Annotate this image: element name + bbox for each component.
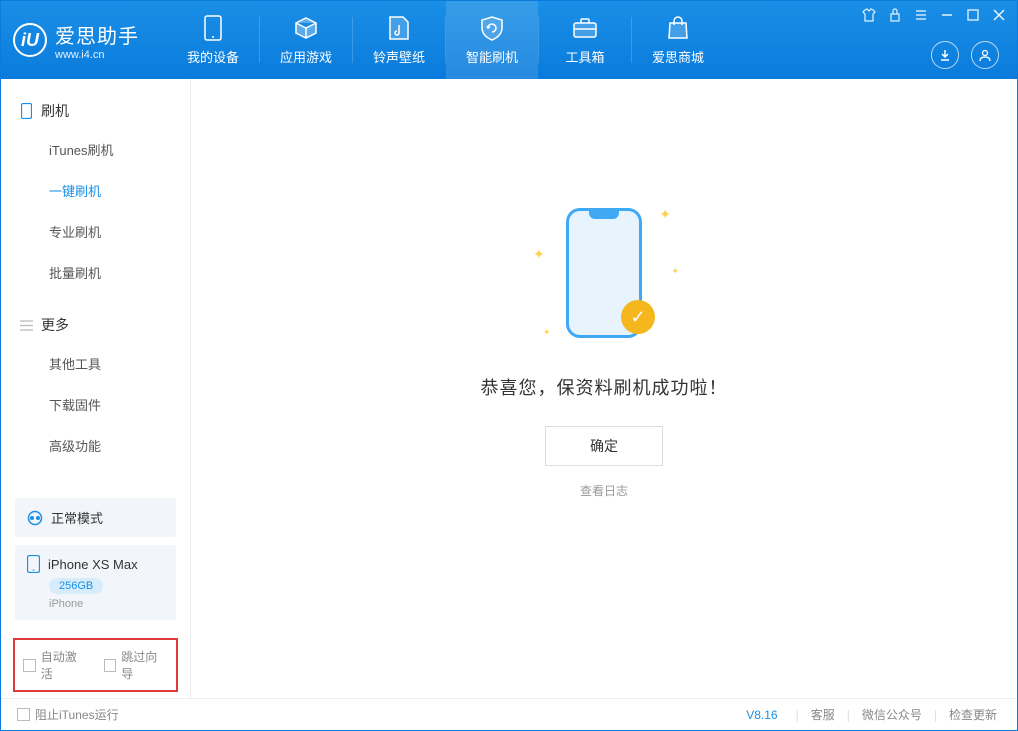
titlebar: iU 爱思助手 www.i4.cn 我的设备 应用游戏 铃声壁纸 bbox=[1, 1, 1017, 79]
sidebar-item-onekey-flash[interactable]: 一键刷机 bbox=[1, 170, 190, 211]
success-illustration: ✦ ✦ ✦ ✦ ✓ bbox=[539, 198, 669, 348]
toolbox-icon bbox=[572, 15, 598, 41]
sidebar-item-other-tools[interactable]: 其他工具 bbox=[1, 343, 190, 384]
version-label: V8.16 bbox=[746, 708, 777, 722]
device-icon bbox=[27, 555, 40, 573]
sparkle-icon: ✦ bbox=[671, 266, 679, 277]
user-button[interactable] bbox=[971, 41, 999, 69]
sidebar-item-pro-flash[interactable]: 专业刷机 bbox=[1, 211, 190, 252]
link-update[interactable]: 检查更新 bbox=[945, 706, 1001, 723]
sidebar-item-download-firmware[interactable]: 下载固件 bbox=[1, 384, 190, 425]
cube-icon bbox=[293, 15, 319, 41]
checkbox-auto-activate[interactable]: 自动激活 bbox=[23, 648, 88, 682]
minimize-button[interactable] bbox=[939, 7, 955, 23]
mode-icon bbox=[27, 510, 43, 526]
window-controls bbox=[861, 7, 1007, 23]
sparkle-icon: ✦ bbox=[543, 327, 551, 338]
ok-button[interactable]: 确定 bbox=[545, 426, 663, 466]
bag-icon bbox=[665, 15, 691, 41]
maximize-button[interactable] bbox=[965, 7, 981, 23]
nav-ringtone[interactable]: 铃声壁纸 bbox=[353, 1, 445, 79]
nav-store[interactable]: 爱思商城 bbox=[632, 1, 724, 79]
device-type: iPhone bbox=[49, 598, 164, 610]
link-wechat[interactable]: 微信公众号 bbox=[858, 706, 926, 723]
sidebar-item-itunes-flash[interactable]: iTunes刷机 bbox=[1, 129, 190, 170]
phone-small-icon bbox=[19, 104, 33, 118]
top-nav: 我的设备 应用游戏 铃声壁纸 智能刷机 工具箱 bbox=[167, 1, 724, 79]
main-content: ✦ ✦ ✦ ✦ ✓ 恭喜您，保资料刷机成功啦！ 确定 查看日志 bbox=[191, 79, 1017, 698]
sidebar-section-more[interactable]: 更多 bbox=[1, 307, 190, 343]
success-message: 恭喜您，保资料刷机成功啦！ bbox=[481, 374, 728, 400]
shield-refresh-icon bbox=[479, 15, 505, 41]
sidebar-item-advanced[interactable]: 高级功能 bbox=[1, 425, 190, 466]
nav-flash[interactable]: 智能刷机 bbox=[446, 1, 538, 79]
close-button[interactable] bbox=[991, 7, 1007, 23]
nav-apps[interactable]: 应用游戏 bbox=[260, 1, 352, 79]
sidebar: 刷机 iTunes刷机 一键刷机 专业刷机 批量刷机 更多 其他工具 下载固件 … bbox=[1, 79, 191, 698]
lock-icon[interactable] bbox=[887, 7, 903, 23]
link-service[interactable]: 客服 bbox=[807, 706, 839, 723]
app-logo[interactable]: iU 爱思助手 www.i4.cn bbox=[13, 20, 139, 61]
checkbox-skip-wizard[interactable]: 跳过向导 bbox=[104, 648, 169, 682]
sparkle-icon: ✦ bbox=[659, 206, 671, 223]
device-name: iPhone XS Max bbox=[48, 557, 138, 572]
nav-toolbox[interactable]: 工具箱 bbox=[539, 1, 631, 79]
sidebar-item-batch-flash[interactable]: 批量刷机 bbox=[1, 252, 190, 293]
view-log-link[interactable]: 查看日志 bbox=[580, 482, 628, 499]
shirt-icon[interactable] bbox=[861, 7, 877, 23]
app-url: www.i4.cn bbox=[55, 49, 139, 61]
sidebar-section-flash[interactable]: 刷机 bbox=[1, 93, 190, 129]
check-icon: ✓ bbox=[621, 300, 655, 334]
download-button[interactable] bbox=[931, 41, 959, 69]
list-icon bbox=[19, 318, 33, 332]
nav-my-device[interactable]: 我的设备 bbox=[167, 1, 259, 79]
checkbox-block-itunes[interactable]: 阻止iTunes运行 bbox=[17, 706, 119, 723]
phone-icon bbox=[200, 15, 226, 41]
mode-card[interactable]: 正常模式 bbox=[15, 498, 176, 537]
device-card[interactable]: iPhone XS Max 256GB iPhone bbox=[15, 545, 176, 620]
sparkle-icon: ✦ bbox=[533, 246, 545, 263]
storage-badge: 256GB bbox=[49, 578, 103, 594]
highlighted-options: 自动激活 跳过向导 bbox=[13, 638, 178, 692]
logo-icon: iU bbox=[13, 23, 47, 57]
statusbar: 阻止iTunes运行 V8.16 | 客服 | 微信公众号 | 检查更新 bbox=[1, 698, 1017, 730]
music-file-icon bbox=[386, 15, 412, 41]
menu-icon[interactable] bbox=[913, 7, 929, 23]
app-name: 爱思助手 bbox=[55, 20, 139, 49]
